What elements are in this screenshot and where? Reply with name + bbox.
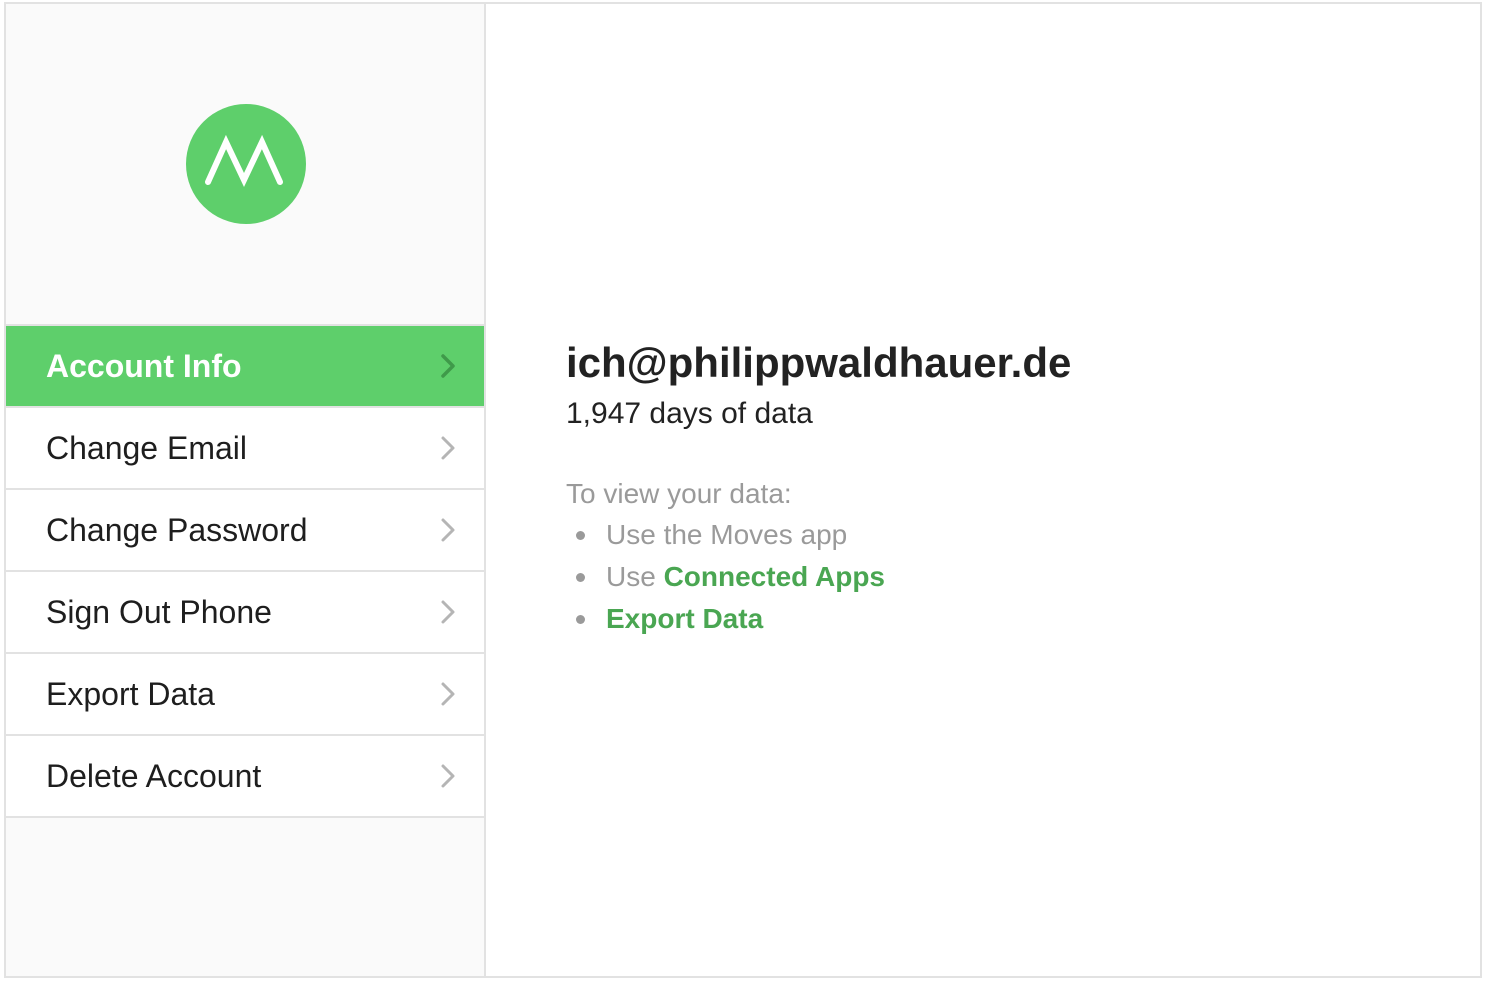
sidebar-item-label: Change Email [46,430,247,466]
list-item: Export Data [566,598,1071,640]
account-info-panel: ich@philippwaldhauer.de 1,947 days of da… [566,334,1071,640]
sidebar-item-label: Delete Account [46,758,262,794]
account-email: ich@philippwaldhauer.de [566,339,1072,386]
chevron-right-icon [441,518,455,542]
view-data-list: Use the Moves app Use Connected Apps Exp… [566,514,1071,640]
sidebar-item-change-password[interactable]: Change Password [6,490,484,572]
sidebar-item-delete-account[interactable]: Delete Account [6,736,484,818]
sidebar-item-change-email[interactable]: Change Email [6,408,484,490]
chevron-right-icon [441,600,455,624]
chevron-right-icon [441,436,455,460]
bullet-icon [576,615,585,624]
list-item: Use Connected Apps [566,556,1071,598]
account-window: Account Info Change Email Change Passwor… [4,2,1482,978]
bullet-icon [576,531,585,540]
sidebar-item-export-data[interactable]: Export Data [6,654,484,736]
use-moves-app-text: Use the Moves app [606,519,848,550]
sidebar-menu: Account Info Change Email Change Passwor… [6,324,484,818]
sidebar-item-label: Sign Out Phone [46,594,272,630]
sidebar: Account Info Change Email Change Passwor… [6,4,486,976]
list-item: Use the Moves app [566,514,1071,556]
chevron-right-icon [441,764,455,788]
sidebar-item-label: Export Data [46,676,215,712]
chevron-right-icon [441,682,455,706]
view-data-heading: To view your data: [566,478,792,509]
sidebar-item-label: Change Password [46,512,308,548]
sidebar-item-label: Account Info [46,348,242,384]
sidebar-item-account-info[interactable]: Account Info [6,326,484,408]
days-of-data: 1,947 days of data [566,397,813,430]
moves-logo [186,104,306,224]
export-data-link[interactable]: Export Data [606,603,763,634]
use-prefix-text: Use [606,561,664,592]
sidebar-item-sign-out-phone[interactable]: Sign Out Phone [6,572,484,654]
connected-apps-link[interactable]: Connected Apps [664,561,885,592]
chevron-right-icon [441,354,455,378]
bullet-icon [576,573,585,582]
moves-logo-icon [205,134,283,188]
